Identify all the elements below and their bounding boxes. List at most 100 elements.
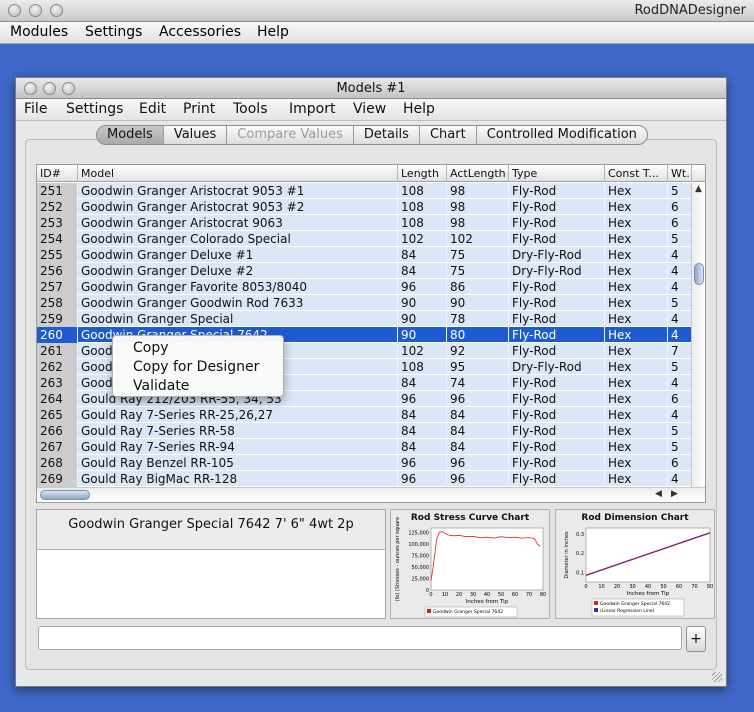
table-row[interactable]: 268 Gould Ray Benzel RR-105 96 96 Fly-Rod Hex… xyxy=(37,455,705,471)
table-row[interactable]: 267 Gould Ray 7-Series RR-94 84 84 Fly-Rod He… xyxy=(37,439,705,455)
menu-modules[interactable]: Modules xyxy=(10,24,68,40)
x-tick-label: 50 xyxy=(498,592,504,598)
cell-type: Dry-Fly-Rod xyxy=(509,247,605,263)
cell-length: 84 xyxy=(398,247,447,263)
menu-settings[interactable]: Settings xyxy=(85,24,142,40)
context-menu-validate[interactable]: Validate xyxy=(113,377,283,396)
tab-models[interactable]: Models xyxy=(97,126,164,144)
scroll-right-icon[interactable]: ▶ xyxy=(671,489,678,499)
cell-actlength: 80 xyxy=(447,327,509,343)
tab-values[interactable]: Values xyxy=(164,126,228,144)
cell-id: 258 xyxy=(37,295,78,311)
vertical-scroll-thumb[interactable] xyxy=(694,263,704,285)
tab-details[interactable]: Details xyxy=(354,126,420,144)
vertical-scrollbar[interactable]: ▲ xyxy=(691,183,705,488)
cell-actlength: 98 xyxy=(447,183,509,199)
table-row[interactable]: 254 Goodwin Granger Colorado Special 102 10… xyxy=(37,231,705,247)
scroll-up-icon[interactable]: ▲ xyxy=(695,184,702,194)
table-row[interactable]: 266 Gould Ray 7-Series RR-58 84 84 Fly-Rod He… xyxy=(37,423,705,439)
menu-import[interactable]: Import xyxy=(289,101,335,117)
x-tick-label: 0 xyxy=(584,584,587,590)
table-row[interactable]: 265 Gould Ray 7-Series RR-25,26,27 84 84 Fly… xyxy=(37,407,705,423)
menu-view[interactable]: View xyxy=(353,101,386,117)
cell-weight: 4 xyxy=(668,327,692,343)
cell-type: Fly-Rod xyxy=(509,471,605,487)
close-window-icon[interactable] xyxy=(8,4,21,17)
table-row[interactable]: 256 Goodwin Granger Deluxe #2 84 75 Dry-Fly-… xyxy=(37,263,705,279)
table-row[interactable]: 251 Goodwin Granger Aristocrat 9053 #1 108… xyxy=(37,183,705,199)
column-header-id[interactable]: ID# xyxy=(37,165,78,182)
context-menu-copy-for-designer[interactable]: Copy for Designer xyxy=(113,358,283,377)
cell-weight: 5 xyxy=(668,295,692,311)
menu-print[interactable]: Print xyxy=(183,101,215,117)
column-header-weight[interactable]: Wt. xyxy=(668,165,692,182)
cell-id: 260 xyxy=(37,327,78,343)
command-input[interactable] xyxy=(38,626,682,650)
cell-type: Dry-Fly-Rod xyxy=(509,263,605,279)
cell-actlength: 84 xyxy=(447,423,509,439)
column-header-const-type[interactable]: Const T... xyxy=(605,165,668,182)
cell-weight: 5 xyxy=(668,423,692,439)
table-row[interactable]: 252 Goodwin Granger Aristocrat 9053 #2 108… xyxy=(37,199,705,215)
cell-type: Fly-Rod xyxy=(509,343,605,359)
minimize-window-icon[interactable] xyxy=(29,4,42,17)
table-row[interactable]: 255 Goodwin Granger Deluxe #1 84 75 Dry-Fly-… xyxy=(37,247,705,263)
menu-tools[interactable]: Tools xyxy=(233,101,268,117)
cell-type: Fly-Rod xyxy=(509,439,605,455)
cell-model: Gould Ray 7-Series RR-94 xyxy=(78,439,398,455)
tab-bar: Models Values Compare Values Details Cha… xyxy=(96,125,648,145)
cell-weight: 5 xyxy=(668,439,692,455)
cell-length: 102 xyxy=(398,231,447,247)
table-row[interactable]: 259 Goodwin Granger Special 90 78 Fly-Rod Hex… xyxy=(37,311,705,327)
x-tick-label: 20 xyxy=(456,592,462,598)
column-header-length[interactable]: Length xyxy=(398,165,447,182)
menu-accessories[interactable]: Accessories xyxy=(159,24,241,40)
table-row[interactable]: 269 Gould Ray BigMac RR-128 96 96 Fly-Rod Hex… xyxy=(37,471,705,487)
cell-weight: 4 xyxy=(668,263,692,279)
rod-stress-curve-chart[interactable]: Rod Stress Curve Chart 0 10 20 30 40 50 60 70 80… xyxy=(390,509,550,619)
menu-file[interactable]: File xyxy=(24,101,47,117)
cell-const-type: Hex xyxy=(605,343,668,359)
cell-length: 108 xyxy=(398,183,447,199)
zoom-window-icon[interactable] xyxy=(50,4,63,17)
cell-model: Goodwin Granger Aristocrat 9063 xyxy=(78,215,398,231)
cell-length: 108 xyxy=(398,215,447,231)
table-row[interactable]: 253 Goodwin Granger Aristocrat 9063 108 98 F… xyxy=(37,215,705,231)
scroll-left-icon[interactable]: ◀ xyxy=(655,489,662,499)
y-axis-label: (lb) (Stresses - ounces per square xyxy=(395,517,401,601)
cell-id: 262 xyxy=(37,359,78,375)
table-header: ID# Model Length ActLength Type Const T.… xyxy=(37,165,705,182)
tab-controlled-modification[interactable]: Controlled Modification xyxy=(477,126,647,144)
app-title: RodDNADesigner xyxy=(634,3,746,18)
column-header-model[interactable]: Model xyxy=(78,165,398,182)
menu-help[interactable]: Help xyxy=(403,101,435,117)
table-row[interactable]: 258 Goodwin Granger Goodwin Rod 7633 90 90 F… xyxy=(37,295,705,311)
x-axis-label: Inches from Tip xyxy=(627,591,670,597)
menu-help[interactable]: Help xyxy=(257,24,289,40)
menu-settings[interactable]: Settings xyxy=(66,101,123,117)
cell-actlength: 78 xyxy=(447,311,509,327)
cell-length: 102 xyxy=(398,343,447,359)
tab-chart[interactable]: Chart xyxy=(420,126,477,144)
cell-type: Fly-Rod xyxy=(509,391,605,407)
cell-length: 90 xyxy=(398,295,447,311)
context-menu-copy[interactable]: Copy xyxy=(113,339,283,358)
column-header-actlength[interactable]: ActLength xyxy=(447,165,509,182)
resize-grip-icon[interactable] xyxy=(712,672,722,682)
horizontal-scroll-thumb[interactable] xyxy=(40,490,90,500)
table-row[interactable]: 257 Goodwin Granger Favorite 8053/8040 96 8… xyxy=(37,279,705,295)
menu-edit[interactable]: Edit xyxy=(139,101,166,117)
column-header-type[interactable]: Type xyxy=(509,165,605,182)
y-tick-label: 0.3 xyxy=(576,532,584,538)
rod-dimension-chart[interactable]: Rod Dimension Chart 0 10 20 30 40 50 60 70 80 0.1… xyxy=(555,509,715,619)
x-tick-label: 80 xyxy=(540,592,546,598)
model-summary: Goodwin Granger Special 7642 7' 6" 4wt 2… xyxy=(37,510,385,550)
add-button[interactable]: + xyxy=(686,626,706,652)
cell-id: 261 xyxy=(37,343,78,359)
cell-length: 96 xyxy=(398,279,447,295)
horizontal-scrollbar[interactable]: ◀ ▶ xyxy=(37,487,705,502)
cell-actlength: 84 xyxy=(447,439,509,455)
cell-model: Goodwin Granger Special xyxy=(78,311,398,327)
legend-label: (Linear Regression Line) xyxy=(600,608,655,614)
cell-actlength: 98 xyxy=(447,199,509,215)
